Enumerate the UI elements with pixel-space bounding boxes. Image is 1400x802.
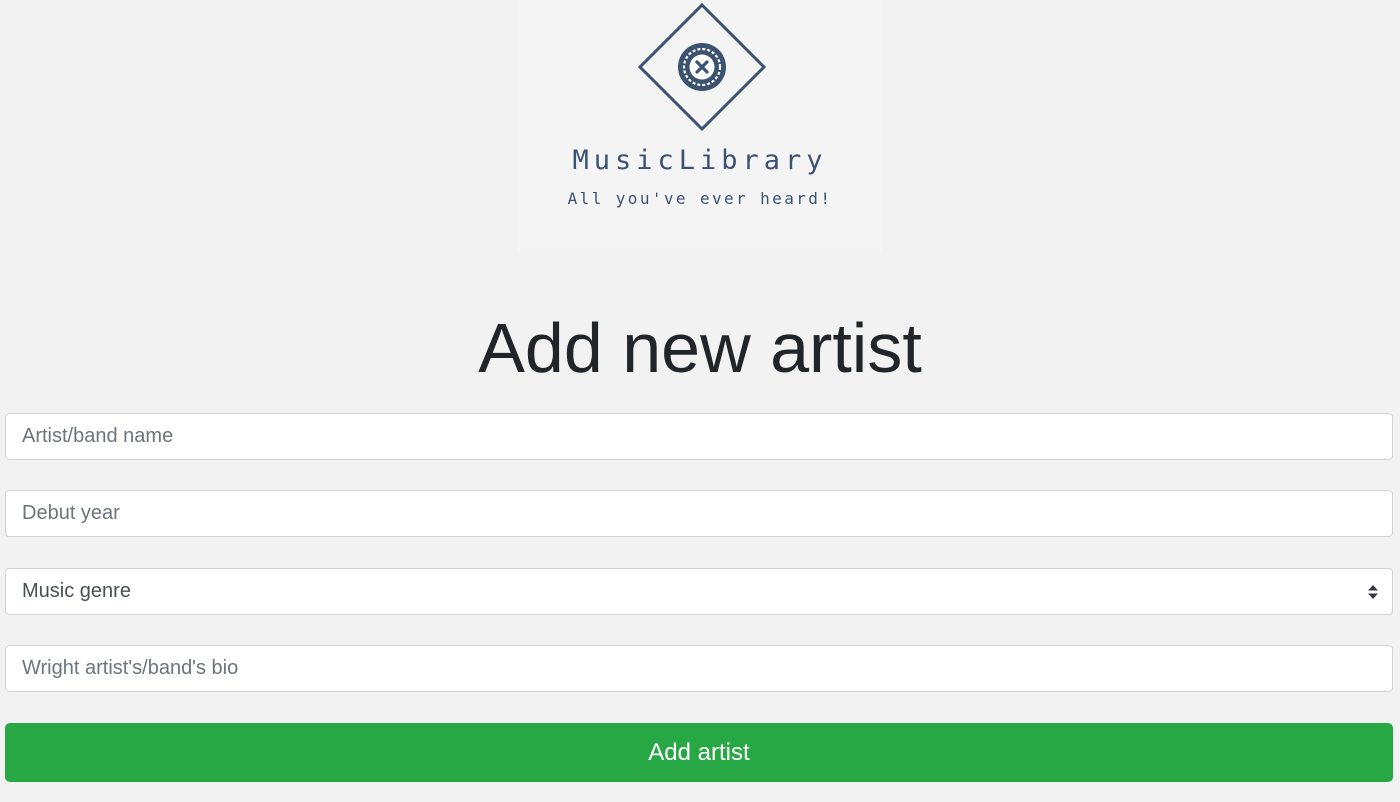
select-arrows-icon: [1368, 585, 1378, 599]
add-artist-button[interactable]: Add artist: [5, 723, 1393, 782]
artist-name-input[interactable]: [5, 413, 1393, 460]
music-genre-selected-value: Music genre: [22, 580, 131, 602]
logo-icon: [638, 3, 766, 131]
music-genre-select[interactable]: Music genre: [5, 568, 1393, 615]
brand-tagline: All you've ever heard!: [567, 189, 833, 208]
artist-bio-input[interactable]: [5, 645, 1393, 692]
page-title: Add new artist: [478, 309, 922, 387]
debut-year-input[interactable]: [5, 490, 1393, 537]
brand-name: MusicLibrary: [572, 145, 828, 176]
